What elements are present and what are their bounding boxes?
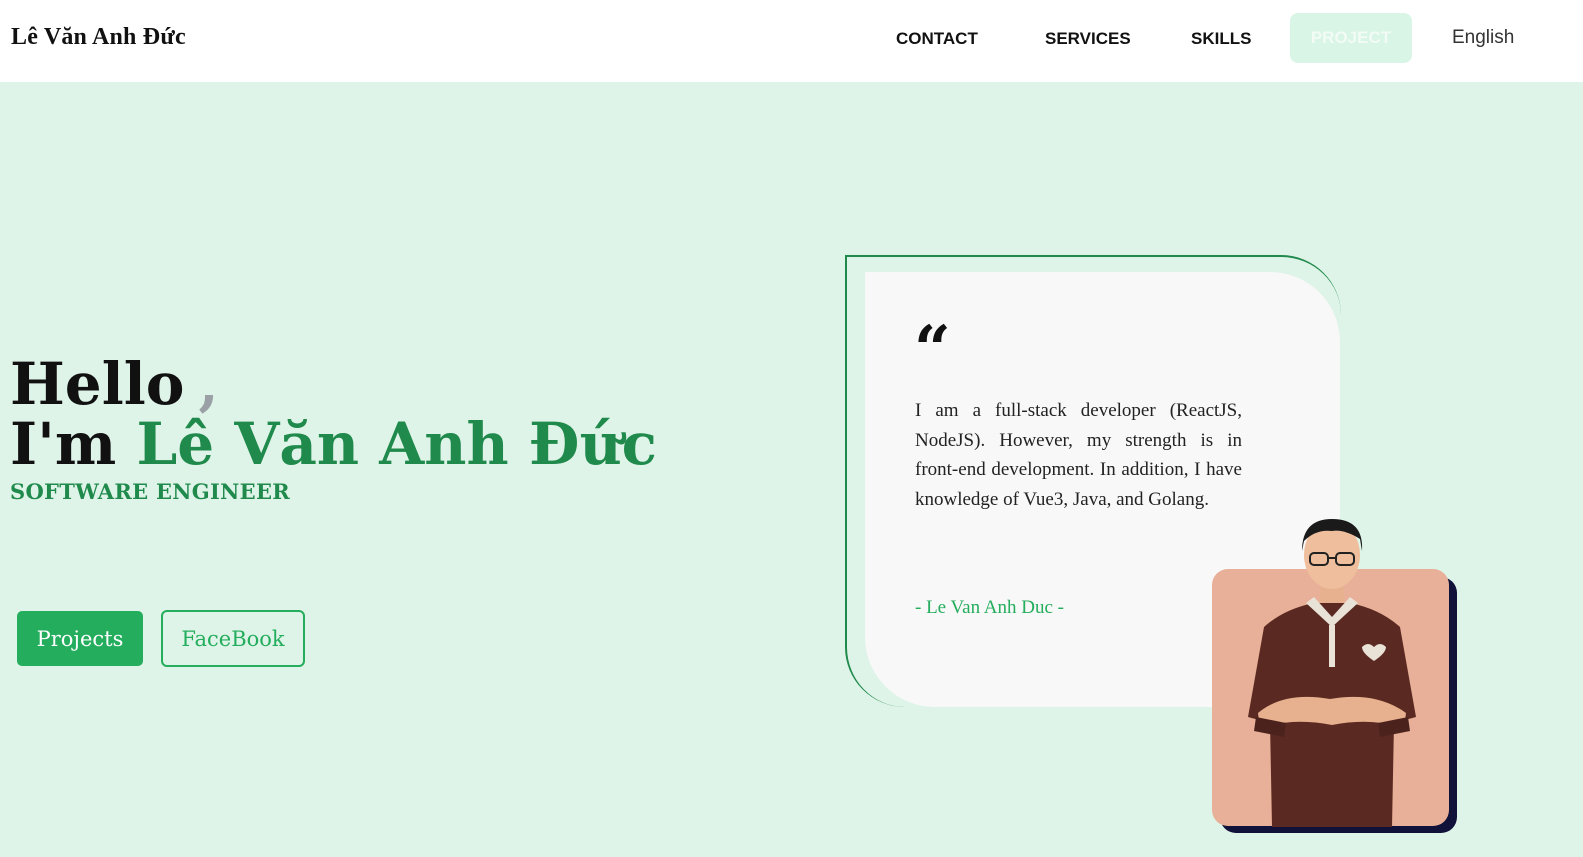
- nav-skills[interactable]: SKILLS: [1191, 29, 1251, 49]
- quote-text: I am a full-stack developer (ReactJS, No…: [915, 400, 1242, 510]
- projects-button[interactable]: Projects: [17, 611, 143, 666]
- hero-hello-comma: ,: [198, 350, 219, 418]
- language-selector[interactable]: English: [1452, 27, 1514, 49]
- navbar: Lê Văn Anh Đức CONTACT SERVICES SKILLS P…: [0, 0, 1583, 82]
- quote-mark-icon: “: [914, 312, 951, 387]
- profile-person-illustration: [1248, 519, 1416, 827]
- hero-hello-text: Hello: [10, 350, 185, 418]
- nav-services[interactable]: SERVICES: [1045, 29, 1131, 49]
- facebook-button[interactable]: FaceBook: [161, 610, 305, 667]
- quote-author: - Le Van Anh Duc -: [915, 597, 1064, 618]
- brand-logo[interactable]: Lê Văn Anh Đức: [11, 24, 186, 51]
- hero-role: SOFTWARE ENGINEER: [10, 479, 291, 504]
- hero-intro: I'm Lê Văn Anh Đức: [10, 412, 657, 476]
- nav-project[interactable]: PROJECT: [1290, 13, 1412, 63]
- hero-name: Lê Văn Anh Đức: [136, 410, 657, 478]
- hero-im-text: I'm: [10, 410, 137, 478]
- nav-contact[interactable]: CONTACT: [896, 29, 978, 49]
- hero-greeting: Hello,: [10, 352, 219, 416]
